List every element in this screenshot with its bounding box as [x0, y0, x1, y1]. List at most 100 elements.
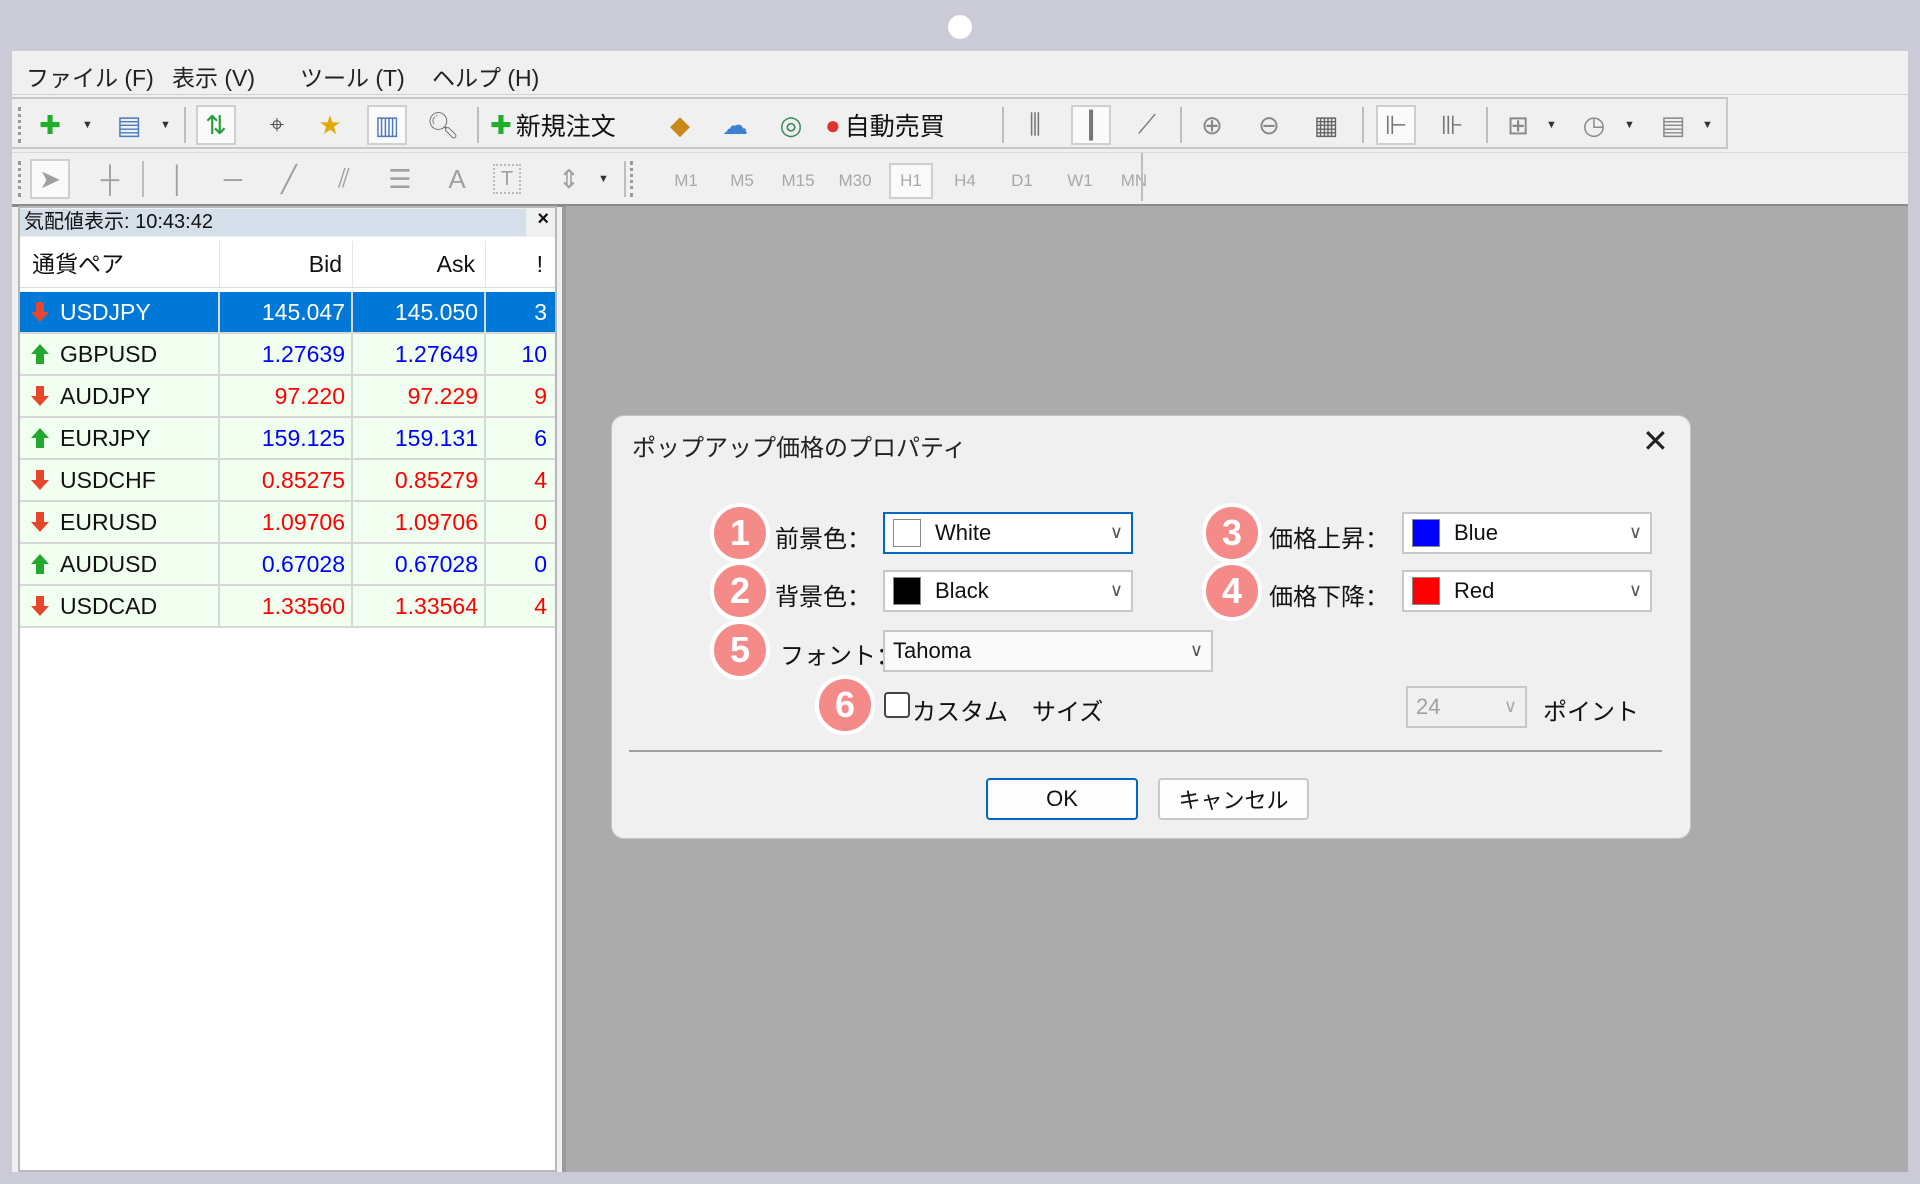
symbol: EURUSD	[60, 509, 158, 535]
table-row[interactable]: USDCAD 1.33560 1.33564 4	[20, 586, 555, 628]
chevron-down-icon[interactable]: ▼	[598, 173, 609, 185]
trendline-icon[interactable]: ╱	[269, 159, 309, 199]
text-tool-icon[interactable]: A	[437, 159, 477, 199]
data-window-crosshair-icon[interactable]: ⌖	[257, 105, 297, 145]
timeframe-h4[interactable]: H4	[943, 163, 987, 199]
signals-icon[interactable]: ◎	[771, 105, 811, 145]
table-row[interactable]: USDJPY 145.047 145.050 3	[20, 292, 555, 334]
menu-help[interactable]: ヘルプ (H)	[432, 59, 539, 93]
tile-windows-icon[interactable]: ▦	[1306, 105, 1346, 145]
timeframe-m1[interactable]: M1	[664, 163, 708, 199]
bar-chart-icon[interactable]: ⫼	[1015, 105, 1055, 145]
cancel-button[interactable]: キャンセル	[1158, 778, 1309, 820]
menu-view[interactable]: 表示 (V)	[172, 59, 255, 93]
symbol-cell: USDCAD	[20, 586, 220, 626]
symbol: USDJPY	[60, 299, 151, 325]
periods-clock-icon[interactable]: ◷	[1574, 105, 1614, 145]
font-select[interactable]: Tahoma ∨	[883, 630, 1213, 672]
menu-file[interactable]: ファイル (F)	[26, 59, 154, 93]
candlestick-icon[interactable]: ┃	[1071, 105, 1111, 145]
new-order-label: 新規注文	[515, 113, 616, 141]
column-header-bid[interactable]: Bid	[220, 241, 353, 287]
zoom-in-icon[interactable]: ⊕	[1192, 105, 1232, 145]
timeframe-d1[interactable]: D1	[1000, 163, 1044, 199]
arrows-icon[interactable]: ⇕	[549, 159, 589, 199]
equidistant-channel-icon[interactable]: ⫽	[324, 159, 364, 199]
auto-trading-button[interactable]: ● 自動売買	[825, 105, 945, 145]
strategy-tester-icon[interactable]: 🔍︎	[423, 105, 463, 145]
price-down-color-select[interactable]: Red ∨	[1402, 570, 1652, 612]
close-icon[interactable]: ✕	[1642, 422, 1669, 460]
close-icon[interactable]: ×	[537, 208, 549, 231]
chevron-down-icon[interactable]: ▼	[160, 119, 171, 131]
table-row[interactable]: AUDUSD 0.67028 0.67028 0	[20, 544, 555, 586]
badge-1: 1	[710, 503, 770, 563]
vertical-line-icon[interactable]: │	[158, 159, 198, 199]
auto-trading-label: 自動売買	[844, 113, 945, 141]
badge-4: 4	[1202, 561, 1262, 621]
market-watch-icon[interactable]: ⇅	[196, 105, 236, 145]
table-row[interactable]: AUDJPY 97.220 97.229 9	[20, 376, 555, 418]
line-chart-icon[interactable]: ⟋	[1127, 105, 1167, 145]
toolbar-grip[interactable]	[630, 161, 634, 197]
bid-cell: 159.125	[220, 418, 353, 458]
table-row[interactable]: EURUSD 1.09706 1.09706 0	[20, 502, 555, 544]
fibonacci-icon[interactable]: ☰	[380, 159, 420, 199]
timeframe-m15[interactable]: M15	[776, 163, 820, 199]
table-row[interactable]: GBPUSD 1.27639 1.27649 10	[20, 334, 555, 376]
profiles-icon[interactable]: ▤	[109, 105, 149, 145]
ask-cell: 0.85279	[353, 460, 486, 500]
cursor-icon[interactable]: ➤	[30, 159, 70, 199]
background-color-select[interactable]: Black ∨	[883, 570, 1133, 612]
timeframe-h1[interactable]: H1	[889, 163, 933, 199]
terminal-icon[interactable]: ▥	[367, 105, 407, 145]
chevron-down-icon[interactable]: ▼	[82, 119, 93, 131]
column-header-symbol[interactable]: 通貨ペア	[20, 241, 220, 287]
foreground-color-select[interactable]: White ∨	[883, 512, 1133, 554]
chevron-down-icon: ∨	[1109, 580, 1123, 600]
arrow-up-icon	[31, 428, 49, 448]
new-chart-icon[interactable]: ✚	[30, 105, 70, 145]
text-label-icon[interactable]: T	[493, 164, 521, 194]
spread-cell: 4	[534, 593, 547, 619]
indicators-icon[interactable]: ⊞	[1498, 105, 1538, 145]
timeframe-m30[interactable]: M30	[833, 163, 877, 199]
badge-3: 3	[1202, 503, 1262, 563]
menu-tools[interactable]: ツール (T)	[300, 59, 405, 93]
separator	[1180, 107, 1182, 143]
chart-shift-icon[interactable]: ⊪	[1432, 105, 1472, 145]
column-header-spread[interactable]: !	[486, 241, 553, 287]
auto-scroll-icon[interactable]: ⊩	[1376, 105, 1416, 145]
custom-size-checkbox[interactable]	[884, 692, 910, 718]
metaeditor-icon[interactable]: ◆	[660, 105, 700, 145]
color-swatch	[1412, 519, 1440, 547]
navigator-star-icon[interactable]: ★	[310, 105, 350, 145]
chevron-down-icon: ∨	[1503, 696, 1517, 716]
chevron-down-icon[interactable]: ▼	[1624, 119, 1635, 131]
price-up-color-select[interactable]: Blue ∨	[1402, 512, 1652, 554]
timeframe-mn[interactable]: MN	[1112, 163, 1156, 199]
badge-5: 5	[710, 620, 770, 680]
custom-size-label[interactable]: カスタム サイズ	[912, 692, 1103, 727]
chevron-down-icon[interactable]: ▼	[1546, 119, 1557, 131]
table-row[interactable]: EURJPY 159.125 159.131 6	[20, 418, 555, 460]
arrow-down-icon	[31, 596, 49, 616]
timeframe-w1[interactable]: W1	[1058, 163, 1102, 199]
font-size-select: 24 ∨	[1406, 686, 1527, 728]
toolbar-grip[interactable]	[18, 161, 22, 197]
chevron-down-icon[interactable]: ▼	[1702, 119, 1713, 131]
crosshair-icon[interactable]: ┼	[90, 159, 130, 199]
column-header-ask[interactable]: Ask	[353, 241, 486, 287]
arrow-down-icon	[31, 470, 49, 490]
community-icon[interactable]: ☁	[715, 105, 755, 145]
zoom-out-icon[interactable]: ⊖	[1249, 105, 1289, 145]
market-watch-panel: 気配値表示: 10:43:42 × 通貨ペア Bid Ask ! USDJPY …	[18, 206, 557, 1172]
horizontal-line-icon[interactable]: ─	[213, 159, 253, 199]
ok-button[interactable]: OK	[986, 778, 1138, 820]
table-row[interactable]: USDCHF 0.85275 0.85279 4	[20, 460, 555, 502]
timeframe-m5[interactable]: M5	[720, 163, 764, 199]
toolbar-grip[interactable]	[18, 107, 22, 143]
templates-icon[interactable]: ▤	[1653, 105, 1693, 145]
camera-dot	[948, 15, 972, 39]
new-order-button[interactable]: ✚ 新規注文	[490, 105, 616, 145]
